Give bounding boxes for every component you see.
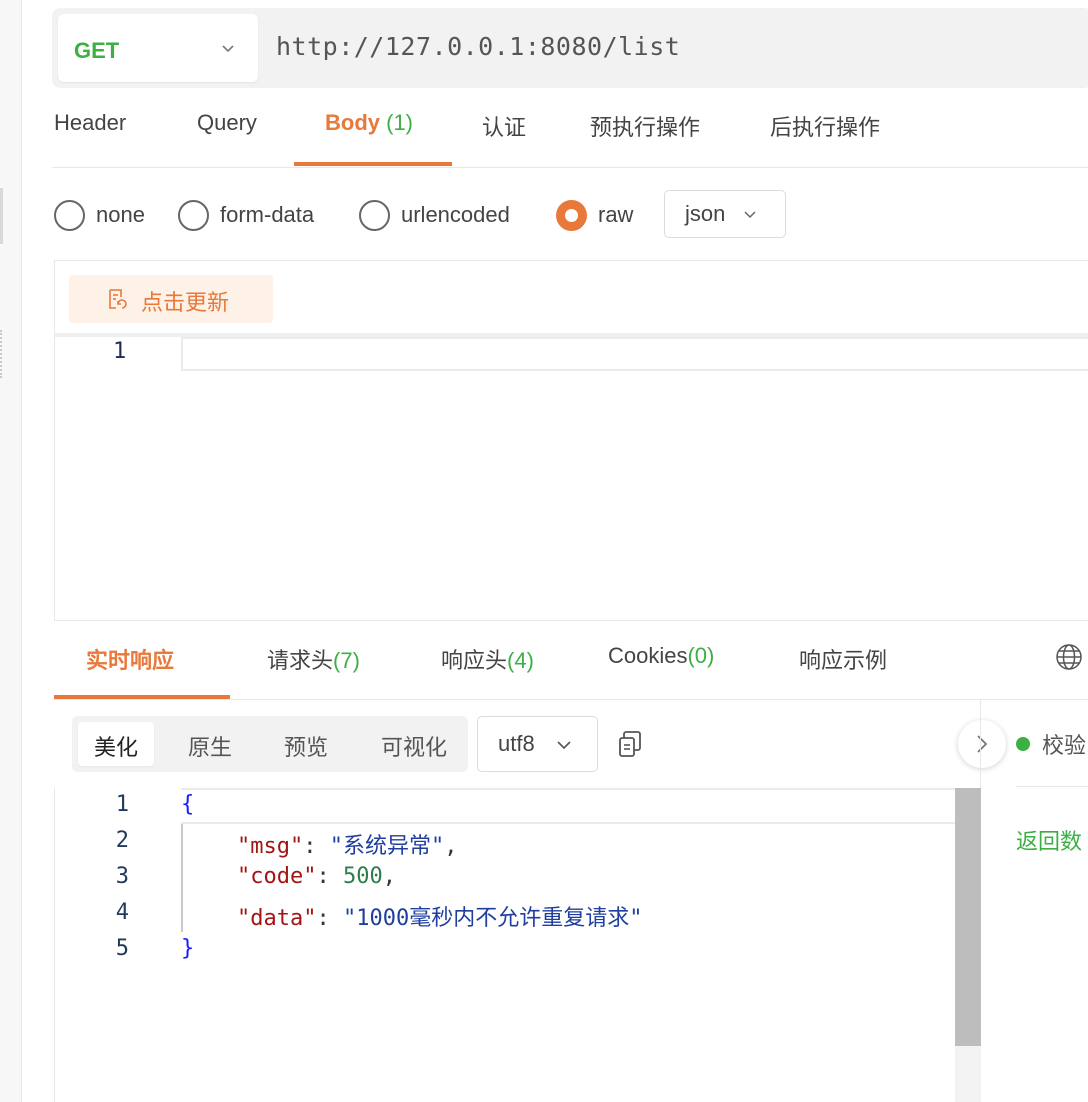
radio-circle-checked <box>556 199 587 231</box>
tab-request-headers[interactable]: 请求头(7) <box>267 643 360 675</box>
tab-live-response[interactable]: 实时响应 <box>86 643 174 675</box>
radio-circle <box>54 199 85 231</box>
view-visualize[interactable]: 可视化 <box>364 722 464 766</box>
raw-format-select[interactable]: json <box>664 190 786 238</box>
left-sidebar-strip <box>0 0 22 1102</box>
response-view-switch: 美化 原生 预览 可视化 <box>72 716 468 772</box>
validate-status[interactable]: 校验 <box>1016 728 1086 760</box>
tab-response-examples[interactable]: 响应示例 <box>799 643 887 675</box>
tab-cookies[interactable]: Cookies(0) <box>608 643 714 669</box>
tab-body-count: (1) <box>386 110 414 135</box>
view-raw[interactable]: 原生 <box>172 722 248 766</box>
radio-urlencoded[interactable]: urlencoded <box>359 198 510 232</box>
chevron-right-icon <box>977 735 988 753</box>
expand-panel-button[interactable] <box>958 720 1006 768</box>
tab-query[interactable]: Query <box>197 110 257 136</box>
code-line: 2 "msg": "系统异常", <box>115 828 458 859</box>
radio-none[interactable]: none <box>54 198 145 232</box>
request-body-editor: 点击更新 1 <box>54 260 1088 620</box>
radio-circle <box>359 199 390 231</box>
line-number: 1 <box>113 339 127 364</box>
chevron-down-icon <box>557 741 571 750</box>
copy-icon[interactable] <box>617 730 643 758</box>
side-panel-separator <box>1016 786 1088 787</box>
url-bar: GET http://127.0.0.1:8080/list <box>52 8 1088 88</box>
tab-header[interactable]: Header <box>54 110 126 136</box>
scrollbar-thumb[interactable] <box>955 788 981 1046</box>
tab-body[interactable]: Body (1) <box>325 110 413 136</box>
tab-pre-request[interactable]: 预执行操作 <box>590 110 700 142</box>
chevron-down-icon <box>744 211 756 219</box>
method-select[interactable]: GET <box>58 14 258 82</box>
code-line: 3 "code": 500, <box>115 864 396 889</box>
response-tabs: 实时响应 请求头(7) 响应头(4) Cookies(0) 响应示例 <box>54 620 1088 700</box>
method-label: GET <box>74 38 120 63</box>
view-preview[interactable]: 预览 <box>268 722 344 766</box>
update-button-label: 点击更新 <box>141 291 230 316</box>
radio-form-data[interactable]: form-data <box>178 198 314 232</box>
active-tab-indicator <box>54 695 230 699</box>
radio-raw[interactable]: raw <box>556 198 633 232</box>
update-button[interactable]: 点击更新 <box>69 275 273 323</box>
document-refresh-icon <box>109 289 127 309</box>
resize-handle[interactable] <box>0 330 3 378</box>
return-data-label: 返回数 <box>1016 830 1083 855</box>
encoding-select[interactable]: utf8 <box>477 716 598 772</box>
globe-icon[interactable] <box>1055 643 1083 671</box>
sidebar-marker <box>0 188 3 244</box>
code-line: 1 { <box>115 792 195 817</box>
request-tabs: Header Query Body (1) 认证 预执行操作 后执行操作 <box>52 96 1088 168</box>
view-pretty[interactable]: 美化 <box>78 722 154 766</box>
body-type-group: none form-data urlencoded raw json <box>54 190 814 240</box>
tab-auth[interactable]: 认证 <box>482 110 526 142</box>
tab-post-request[interactable]: 后执行操作 <box>770 110 880 142</box>
tab-response-headers[interactable]: 响应头(4) <box>441 643 534 675</box>
code-input-line[interactable] <box>181 337 1088 371</box>
code-line: 4 "data": "1000毫秒内不允许重复请求" <box>115 900 643 931</box>
response-body-viewer: 1 { 2 "msg": "系统异常", 3 "code": 500, 4 "d… <box>54 788 981 1102</box>
code-line: 5 } <box>115 936 195 961</box>
radio-circle <box>178 199 209 231</box>
chevron-down-icon <box>222 45 234 53</box>
url-input[interactable]: http://127.0.0.1:8080/list <box>276 32 680 61</box>
active-tab-indicator <box>294 162 452 166</box>
status-dot-icon <box>1016 737 1030 751</box>
